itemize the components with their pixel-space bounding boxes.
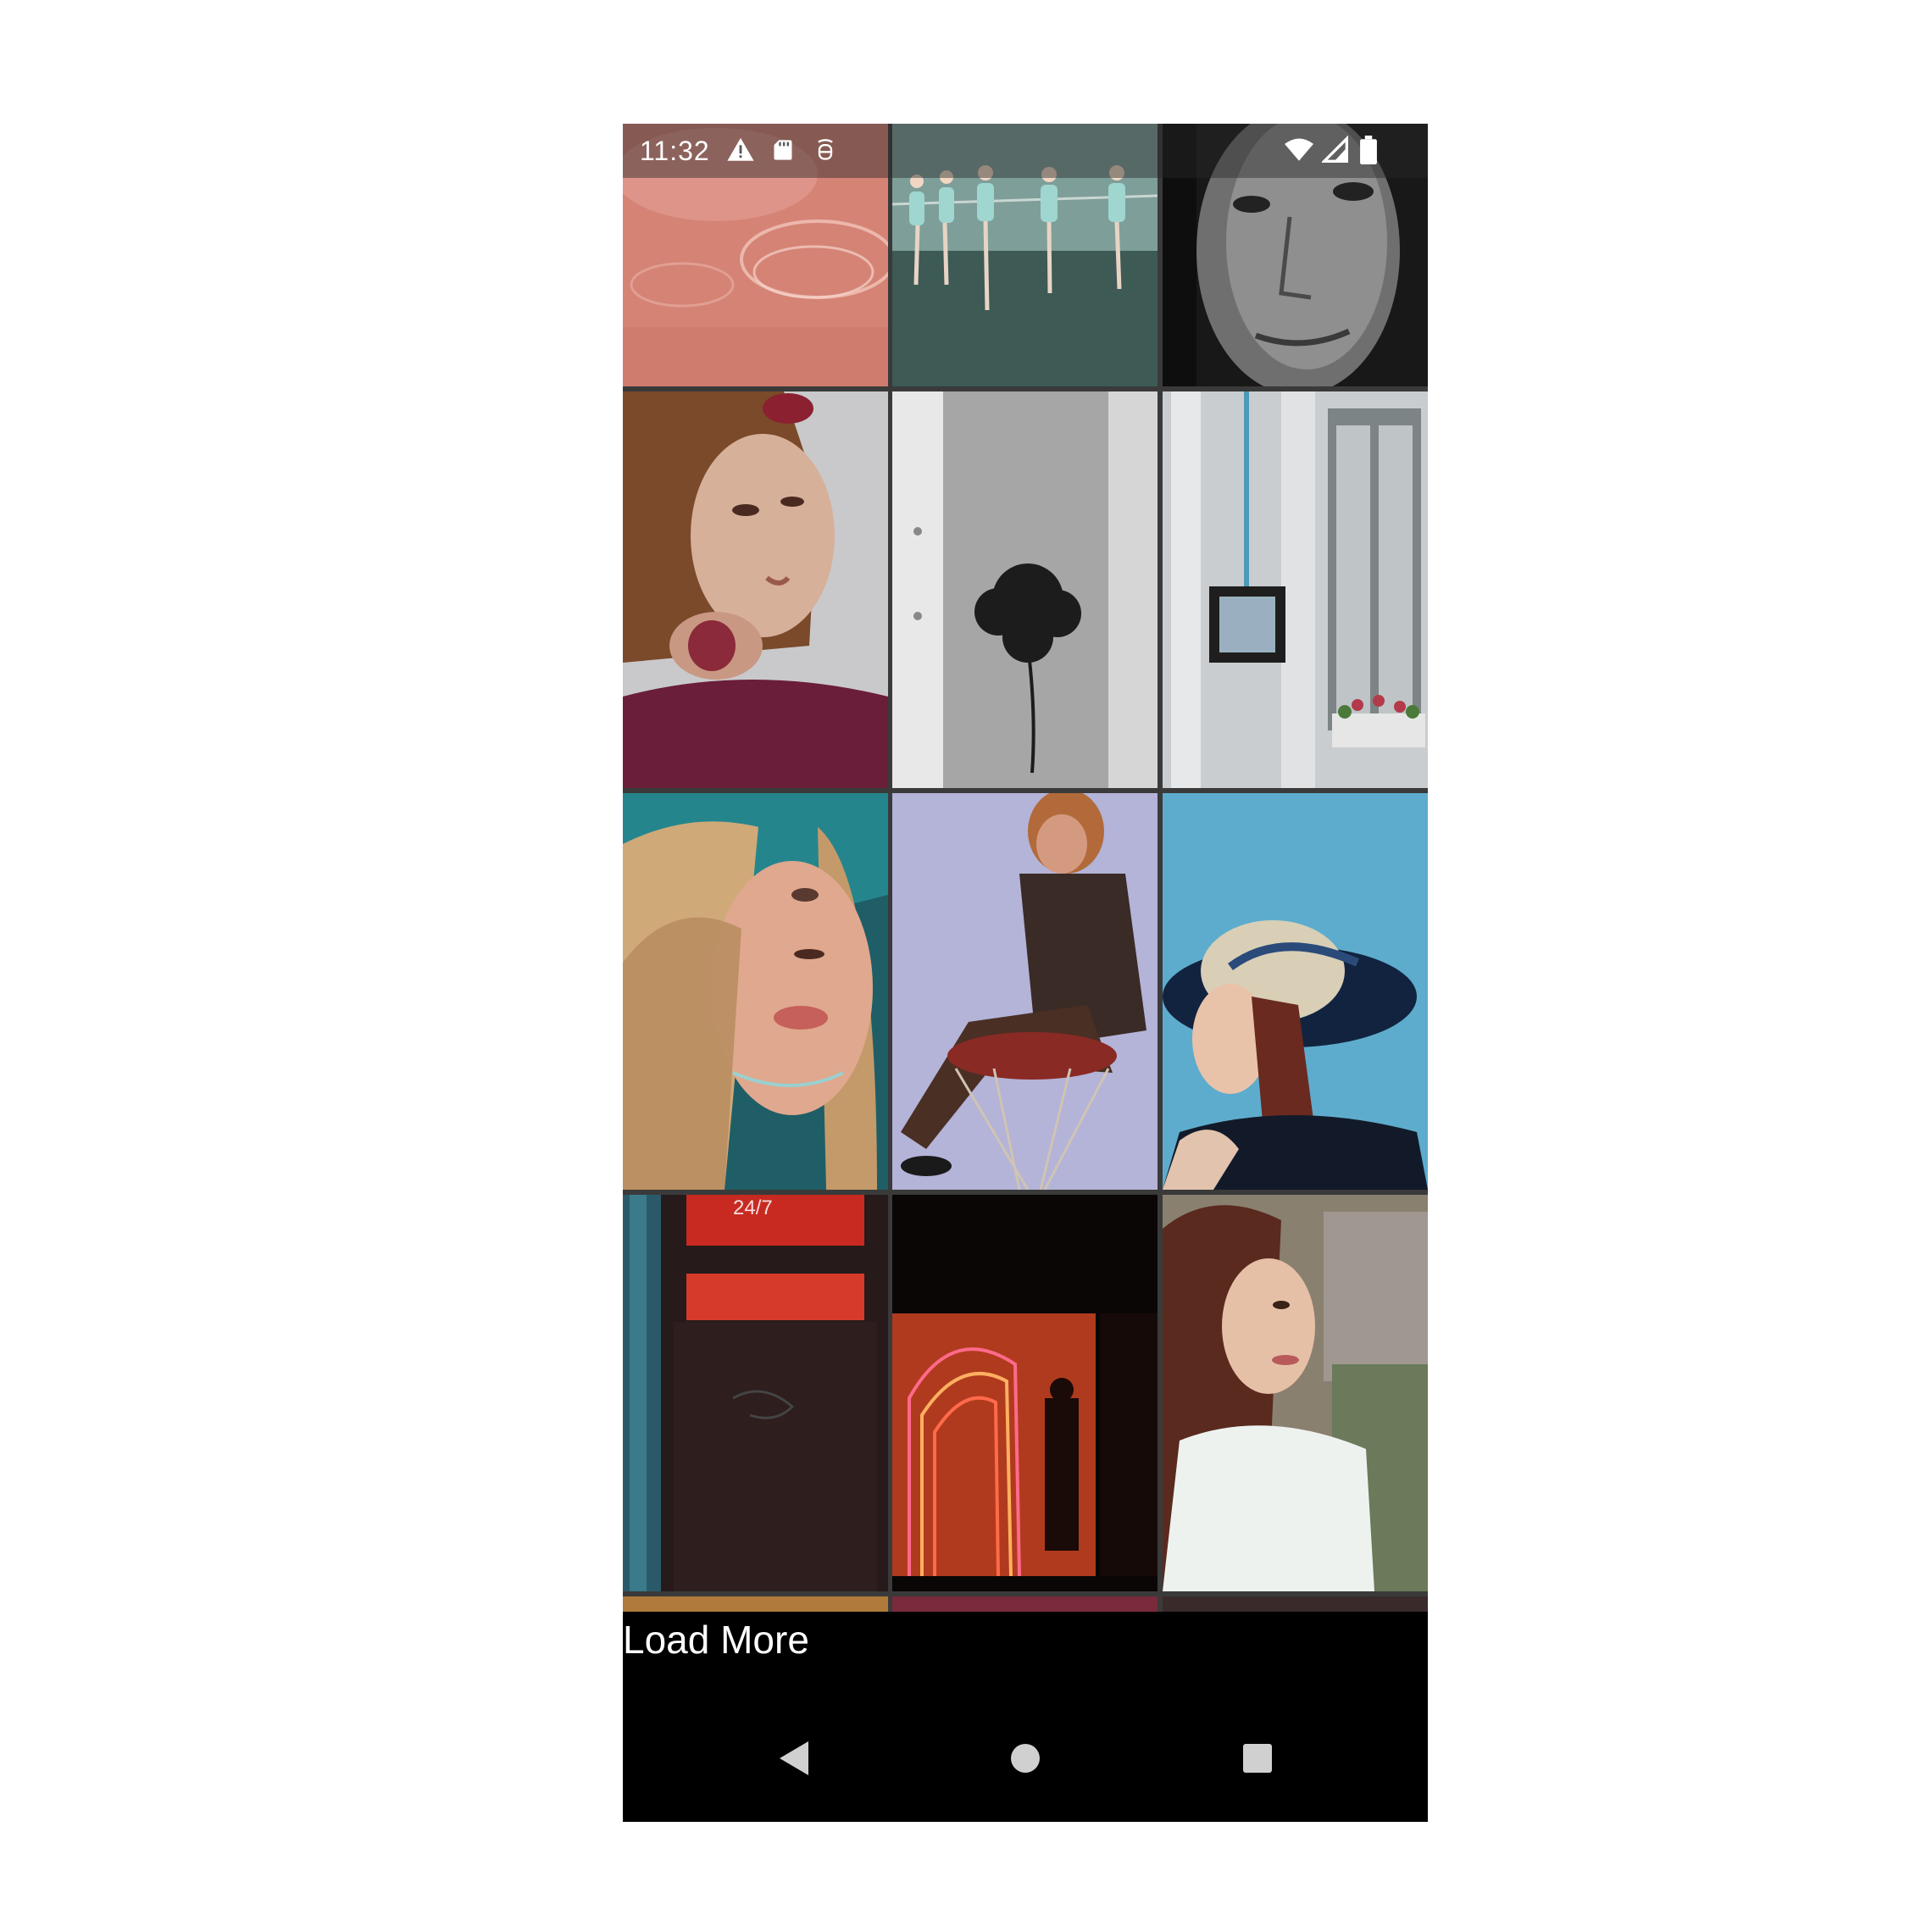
wifi-icon xyxy=(1285,138,1313,161)
load-more-label: Load More xyxy=(623,1618,809,1662)
photo-tile[interactable] xyxy=(1163,1596,1428,1612)
photo-tile[interactable] xyxy=(892,1195,1158,1591)
photo-tile[interactable] xyxy=(892,1596,1158,1612)
home-icon[interactable] xyxy=(996,1729,1055,1788)
photo-tile[interactable] xyxy=(623,391,888,788)
sd-card-icon xyxy=(774,140,792,160)
cellular-signal-icon xyxy=(1322,136,1348,163)
photo-grid: 24/7 xyxy=(623,124,1428,1612)
status-time: 11:32 xyxy=(640,136,710,166)
battery-icon xyxy=(1360,136,1377,164)
photo-tile[interactable] xyxy=(892,391,1158,788)
photo-tile[interactable] xyxy=(1163,391,1428,788)
recording-icon xyxy=(818,139,833,160)
neon-sign-text: 24/7 xyxy=(733,1196,773,1219)
back-icon[interactable] xyxy=(764,1729,824,1788)
photo-tile[interactable] xyxy=(892,793,1158,1190)
navigation-bar xyxy=(623,1690,1428,1822)
photo-tile[interactable] xyxy=(1163,1195,1428,1591)
photo-tile[interactable] xyxy=(1163,793,1428,1190)
status-bar: 11:32 xyxy=(623,124,1428,178)
warning-icon xyxy=(727,137,754,161)
recents-icon[interactable] xyxy=(1228,1729,1287,1788)
photo-tile[interactable] xyxy=(623,793,888,1190)
photo-tile[interactable] xyxy=(623,1596,888,1612)
photo-tile[interactable]: 24/7 xyxy=(623,1195,888,1591)
phone-screen: 24/7 11:32 Load More xyxy=(623,124,1428,1822)
load-more-button[interactable]: Load More xyxy=(623,1612,1428,1690)
